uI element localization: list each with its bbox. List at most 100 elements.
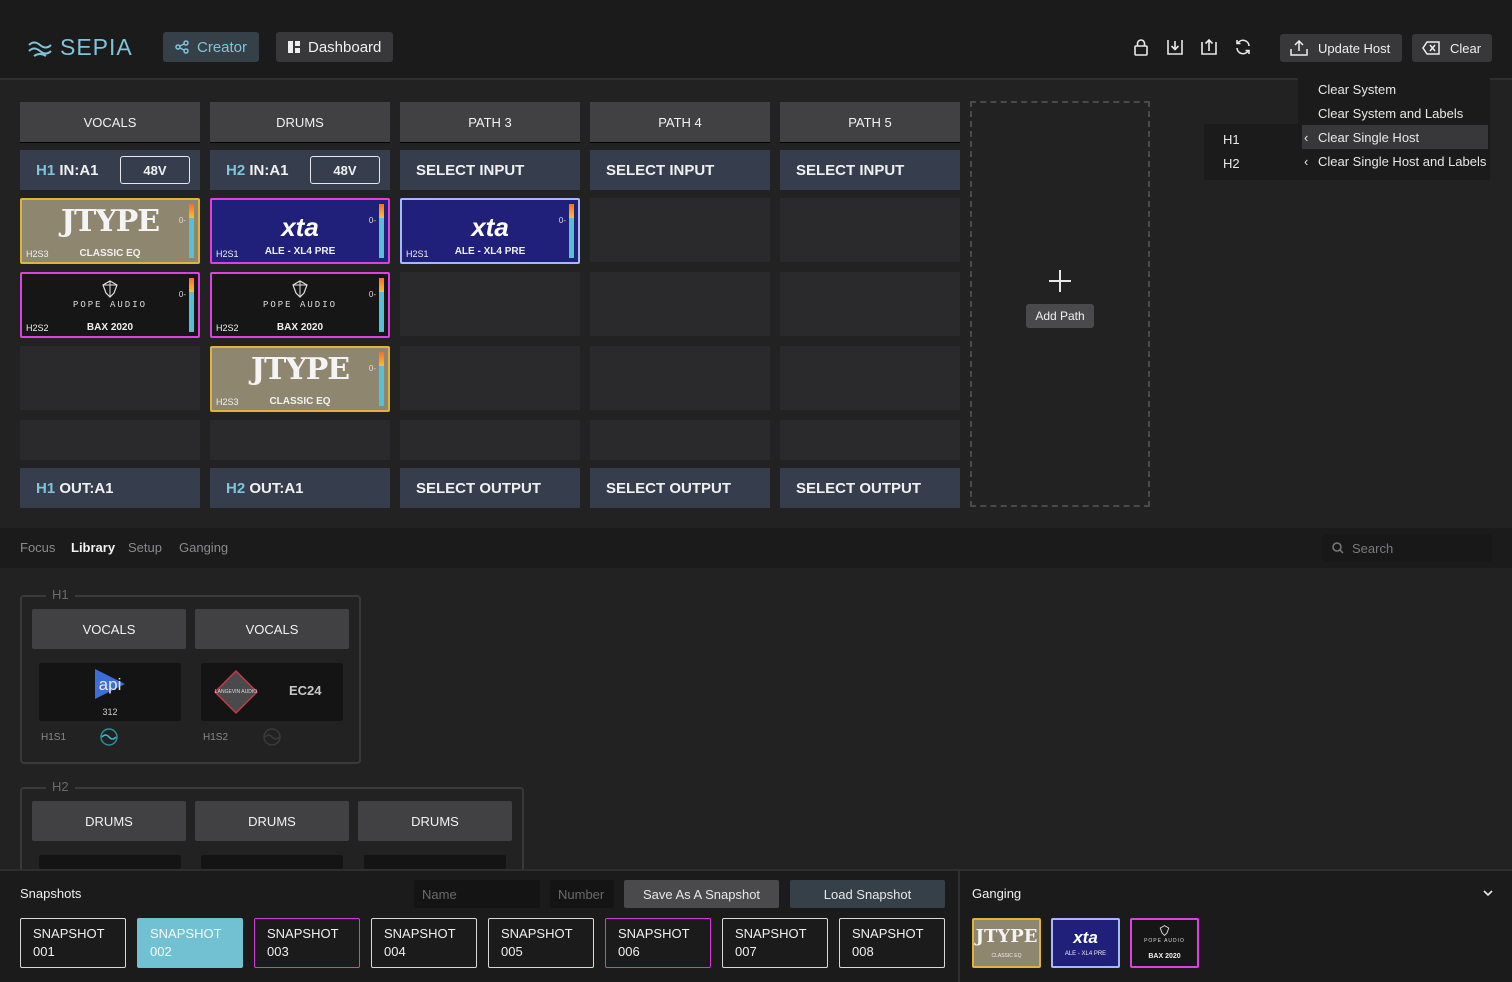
output-select-1[interactable]: H1 OUT:A1 <box>20 468 200 508</box>
load-snapshot-button[interactable]: Load Snapshot <box>790 880 945 908</box>
empty-slot[interactable] <box>400 420 580 460</box>
tab-ganging[interactable]: Ganging <box>179 540 228 555</box>
app-logo[interactable]: SEPIA <box>28 34 133 61</box>
input-select-1[interactable]: H1 IN:A1 48V <box>20 150 200 190</box>
snapshot-005[interactable]: SNAPSHOT 005 <box>488 918 594 968</box>
output-select-2[interactable]: H2 OUT:A1 <box>210 468 390 508</box>
menu-item-clear-system-labels[interactable]: Clear System and Labels <box>1318 106 1463 121</box>
empty-slot[interactable] <box>400 272 580 336</box>
sepia-wave-icon <box>28 41 52 57</box>
snapshot-003[interactable]: SNAPSHOT 003 <box>254 918 360 968</box>
snapshot-004[interactable]: SNAPSHOT 004 <box>371 918 477 968</box>
output-label: SELECT OUTPUT <box>416 479 542 497</box>
ganging-tile-bax[interactable]: POPE AUDIO BAX 2020 <box>1130 918 1199 968</box>
snapshot-name-input[interactable]: Name <box>414 880 540 908</box>
path-header-4[interactable]: PATH 4 <box>590 102 770 142</box>
snapshot-number-input[interactable]: Number <box>550 880 614 908</box>
phantom-power-button[interactable]: 48V <box>120 156 190 184</box>
path-name: PATH 5 <box>848 114 892 130</box>
library-path-header[interactable]: DRUMS <box>195 801 349 841</box>
plugin-tile-bax[interactable]: POPE AUDIO BAX 2020 H2S2 0- <box>20 272 200 338</box>
tab-library[interactable]: Library <box>71 540 115 555</box>
xta-logo: xta <box>1073 928 1098 947</box>
phantom-power-button[interactable]: 48V <box>310 156 380 184</box>
input-select-2[interactable]: H2 IN:A1 48V <box>210 150 390 190</box>
snapshot-006[interactable]: SNAPSHOT 006 <box>605 918 711 968</box>
output-select-3[interactable]: SELECT OUTPUT <box>400 468 580 508</box>
path-header-5[interactable]: PATH 5 <box>780 102 960 142</box>
submenu-host-h1[interactable]: H1 <box>1223 132 1240 147</box>
search-input[interactable]: Search <box>1322 534 1492 562</box>
snapshot-label: SNAPSHOT <box>618 926 690 941</box>
creator-button[interactable]: Creator <box>163 32 260 62</box>
clear-button[interactable]: Clear <box>1412 34 1492 62</box>
library-path-header[interactable]: DRUMS <box>358 801 512 841</box>
snapshot-008[interactable]: SNAPSHOT 008 <box>839 918 945 968</box>
tab-focus[interactable]: Focus <box>20 540 55 555</box>
snapshot-007[interactable]: SNAPSHOT 007 <box>722 918 828 968</box>
chevron-down-icon[interactable] <box>1482 888 1494 898</box>
empty-slot[interactable] <box>210 420 390 460</box>
snapshot-label: SNAPSHOT <box>33 926 105 941</box>
library-plugin-tile[interactable] <box>39 855 181 869</box>
lock-icon[interactable] <box>1130 36 1152 58</box>
path-header-2[interactable]: DRUMS <box>210 102 390 142</box>
ganging-tile-jtype[interactable]: JTYPE CLASSIC EQ <box>972 918 1041 968</box>
empty-slot[interactable] <box>590 346 770 410</box>
submenu-host-h2[interactable]: H2 <box>1223 156 1240 171</box>
library-plugin-api[interactable]: api 312 <box>39 663 181 721</box>
empty-slot[interactable] <box>780 198 960 262</box>
empty-slot[interactable] <box>590 272 770 336</box>
empty-slot[interactable] <box>780 346 960 410</box>
empty-slot[interactable] <box>20 420 200 460</box>
update-host-button[interactable]: Update Host <box>1280 34 1402 62</box>
snapshot-number: 004 <box>384 944 406 959</box>
empty-slot[interactable] <box>780 272 960 336</box>
menu-item-clear-single-host-labels[interactable]: Clear Single Host and Labels <box>1318 154 1486 169</box>
empty-slot[interactable] <box>590 420 770 460</box>
library-path-header[interactable]: DRUMS <box>32 801 186 841</box>
path-name: PATH 3 <box>468 114 512 130</box>
input-select-5[interactable]: SELECT INPUT <box>780 150 960 190</box>
upload-icon <box>1290 40 1308 56</box>
level-meter <box>189 204 194 258</box>
refresh-icon[interactable] <box>1232 36 1254 58</box>
add-path-area[interactable]: Add Path <box>970 101 1150 507</box>
host-label: H2 <box>226 161 246 179</box>
library-plugin-tile[interactable] <box>364 855 506 869</box>
library-path-header[interactable]: VOCALS <box>32 609 186 649</box>
plugin-tile-xta[interactable]: xta ALE - XL4 PRE H2S1 0- <box>210 198 390 264</box>
empty-slot[interactable] <box>590 198 770 262</box>
empty-slot[interactable] <box>400 346 580 410</box>
input-select-3[interactable]: SELECT INPUT <box>400 150 580 190</box>
library-plugin-ec24[interactable]: LANGEVIN AUDIO EC24 <box>201 663 343 721</box>
library-slot: H1S2 <box>203 732 229 743</box>
import-icon[interactable] <box>1164 36 1186 58</box>
load-label: Load Snapshot <box>823 886 912 902</box>
snapshot-001[interactable]: SNAPSHOT 001 <box>20 918 126 968</box>
plugin-slot: H2S2 <box>216 323 239 333</box>
empty-slot[interactable] <box>20 346 200 410</box>
plugin-slot: H2S3 <box>216 397 239 407</box>
input-select-4[interactable]: SELECT INPUT <box>590 150 770 190</box>
plugin-tile-jtype[interactable]: JTYPE CLASSIC EQ H2S3 0- <box>210 346 390 412</box>
path-header-3[interactable]: PATH 3 <box>400 102 580 142</box>
library-path-header[interactable]: VOCALS <box>195 609 349 649</box>
tab-setup[interactable]: Setup <box>128 540 162 555</box>
output-select-4[interactable]: SELECT OUTPUT <box>590 468 770 508</box>
dashboard-button[interactable]: Dashboard <box>276 32 394 62</box>
plugin-tile-bax[interactable]: POPE AUDIO BAX 2020 H2S2 0- <box>210 272 390 338</box>
export-icon[interactable] <box>1198 36 1220 58</box>
plugin-slot: H2S1 <box>216 249 239 259</box>
library-plugin-tile[interactable] <box>201 855 343 869</box>
save-snapshot-button[interactable]: Save As A Snapshot <box>624 880 779 908</box>
output-select-5[interactable]: SELECT OUTPUT <box>780 468 960 508</box>
empty-slot[interactable] <box>780 420 960 460</box>
plugin-tile-xta[interactable]: xta ALE - XL4 PRE H2S1 0- <box>400 198 580 264</box>
ganging-tile-xta[interactable]: xta ALE - XL4 PRE <box>1051 918 1120 968</box>
menu-item-clear-single-host[interactable]: Clear Single Host <box>1318 130 1419 145</box>
menu-item-clear-system[interactable]: Clear System <box>1318 82 1396 97</box>
plugin-tile-jtype[interactable]: JTYPE CLASSIC EQ H2S3 0- <box>20 198 200 264</box>
snapshot-002[interactable]: SNAPSHOT 002 <box>137 918 243 968</box>
path-header-1[interactable]: VOCALS <box>20 102 200 142</box>
